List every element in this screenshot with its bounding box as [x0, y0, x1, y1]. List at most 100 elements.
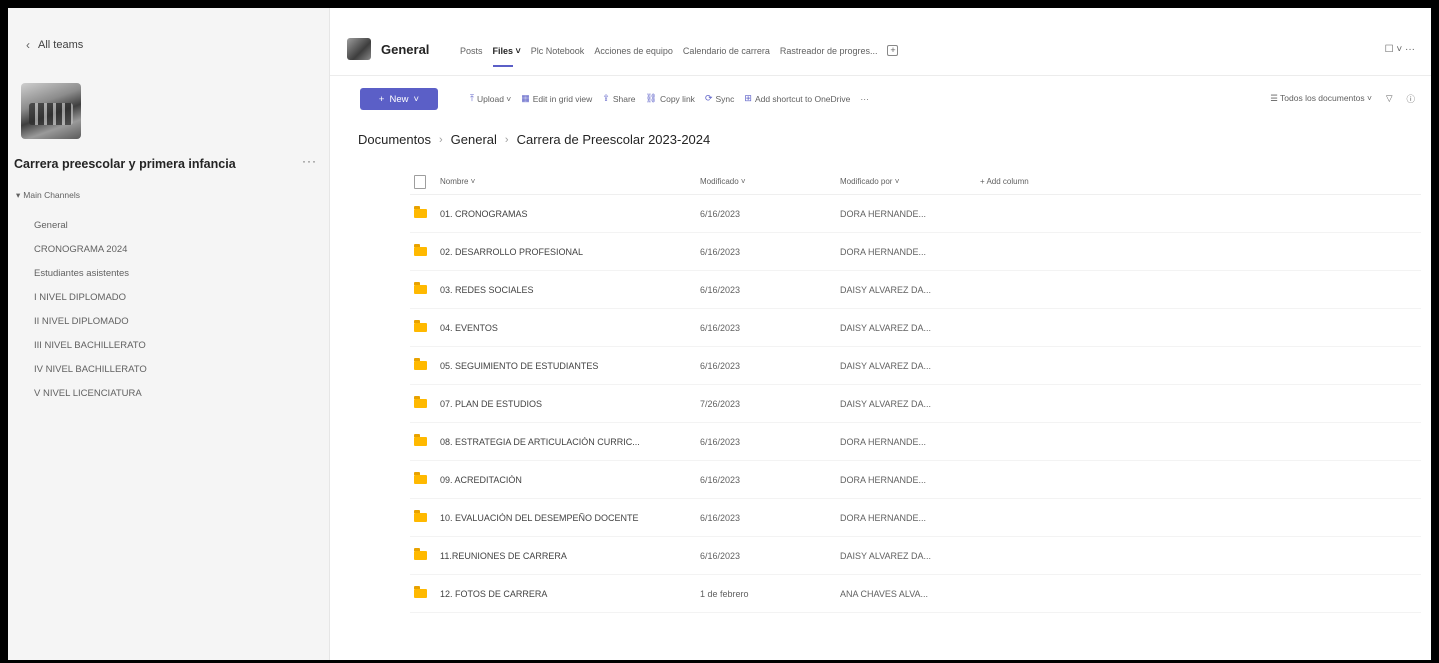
shortcut-icon: ⊞: [744, 93, 752, 103]
modified-by: DAISY ALVAREZ DA...: [840, 284, 932, 295]
modified-by: DAISY ALVAREZ DA...: [840, 322, 932, 333]
modified-date: 6/16/2023: [700, 322, 741, 333]
channel-item[interactable]: General: [34, 214, 147, 238]
table-row[interactable]: 08. ESTRATEGIA DE ARTICULACIÓN CURRIC...…: [410, 423, 1421, 461]
modified-date: 6/16/2023: [700, 284, 741, 295]
file-name[interactable]: 07. PLAN DE ESTUDIOS: [440, 399, 700, 409]
table-row[interactable]: 11.REUNIONES DE CARRERA 6/16/2023 DAISY AL…: [410, 537, 1421, 575]
modified-by: ANA CHAVES ALVA...: [840, 588, 929, 599]
modified-date: 6/16/2023: [700, 550, 741, 561]
breadcrumb-separator-icon: ›: [504, 133, 509, 146]
view-selector[interactable]: ☰ Todos los documentos ˅: [1270, 93, 1372, 105]
folder-icon-cell: [410, 244, 440, 256]
all-teams-label: All teams: [38, 39, 84, 51]
table-row[interactable]: 01. CRONOGRAMAS 6/16/2023 DORA HERNANDE...: [410, 195, 1421, 233]
breadcrumb: Documentos › General › Carrera de Preesc…: [358, 132, 710, 147]
modified-by: DORA HERNANDE...: [840, 436, 927, 447]
file-name[interactable]: 09. ACREDITACIÓN: [440, 475, 700, 485]
tab-posts[interactable]: Posts: [460, 46, 483, 56]
name-column-header[interactable]: Nombre ˅: [440, 177, 700, 186]
table-row[interactable]: 09. ACREDITACIÓN 6/16/2023 DORA HERNANDE..…: [410, 461, 1421, 499]
file-name[interactable]: 10. EVALUACIÓN DEL DESEMPEÑO DOCENTE: [440, 513, 700, 523]
main-channels-section[interactable]: ▾ Main Channels: [16, 190, 80, 201]
info-icon[interactable]: ⓘ: [1406, 93, 1415, 105]
table-row[interactable]: 10. EVALUACIÓN DEL DESEMPEÑO DOCENTE 6/16…: [410, 499, 1421, 537]
new-button-label: New: [389, 93, 409, 105]
tab-plc-notebook[interactable]: Plc Notebook: [531, 46, 585, 56]
modified-date: 7/26/2023: [700, 398, 741, 409]
upload-label: Upload ˅: [476, 93, 512, 104]
edit-grid-view-label: Edit in grid view: [532, 93, 593, 104]
header-actions[interactable]: ☐ ˅ ···: [1385, 44, 1415, 55]
folder-icon-cell: [410, 396, 440, 408]
upload-icon: ⤒: [470, 93, 474, 103]
upload-button[interactable]: ⤒ Upload ˅: [470, 93, 511, 104]
modified-date: 1 de febrero: [700, 588, 749, 599]
channel-tabs: Posts Files ˅ Plc Notebook Acciones de e…: [460, 45, 899, 67]
table-row[interactable]: 03. REDES SOCIALES 6/16/2023 DAISY ALVAREZ…: [410, 271, 1421, 309]
add-shortcut-onedrive-button[interactable]: ⊞ Add shortcut to OneDrive: [744, 93, 850, 104]
channel-item[interactable]: CRONOGRAMA 2024: [34, 238, 147, 262]
add-column-button[interactable]: + Add column: [980, 177, 1029, 186]
folder-icon: [414, 358, 427, 370]
modified-by: DORA HERNANDE...: [840, 474, 927, 485]
add-tab-icon[interactable]: +: [887, 45, 899, 56]
new-button[interactable]: + New ˅: [360, 88, 438, 110]
modified-by-column-header[interactable]: Modificado por ˅: [840, 177, 980, 186]
tab-acciones-de-equipo[interactable]: Acciones de equipo: [594, 46, 673, 56]
file-name[interactable]: 03. REDES SOCIALES: [440, 285, 700, 295]
file-name[interactable]: 08. ESTRATEGIA DE ARTICULACIÓN CURRIC...: [440, 437, 700, 447]
all-teams-link[interactable]: ‹ All teams: [26, 38, 83, 52]
tab-files[interactable]: Files ˅: [492, 46, 521, 67]
modified-column-header[interactable]: Modificado ˅: [700, 177, 840, 186]
table-row[interactable]: 05. SEGUIMIENTO DE ESTUDIANTES 6/16/2023 D…: [410, 347, 1421, 385]
file-name[interactable]: 11.REUNIONES DE CARRERA: [440, 551, 700, 561]
channel-item[interactable]: V NIVEL LICENCIATURA: [34, 382, 147, 406]
file-name[interactable]: 04. EVENTOS: [440, 323, 700, 333]
folder-icon: [414, 472, 427, 484]
caret-down-icon: ▾: [16, 190, 21, 200]
table-row[interactable]: 04. EVENTOS 6/16/2023 DAISY ALVAREZ DA...: [410, 309, 1421, 347]
channel-list: General CRONOGRAMA 2024 Estudiantes asis…: [34, 214, 147, 406]
file-name[interactable]: 12. FOTOS DE CARRERA: [440, 589, 700, 599]
channel-item[interactable]: II NIVEL DIPLOMADO: [34, 310, 147, 334]
grid-icon: ▦: [521, 93, 530, 103]
folder-icon: [414, 396, 427, 408]
folder-icon: [414, 586, 427, 598]
table-row[interactable]: 07. PLAN DE ESTUDIOS 7/26/2023 DAISY ALVAR…: [410, 385, 1421, 423]
file-name[interactable]: 05. SEGUIMIENTO DE ESTUDIANTES: [440, 361, 700, 371]
more-actions-button[interactable]: ···: [860, 93, 869, 104]
sync-button[interactable]: ⟳ Sync: [705, 93, 734, 104]
breadcrumb-item-current: Carrera de Preescolar 2023-2024: [516, 132, 711, 147]
breadcrumb-item[interactable]: Documentos: [358, 132, 431, 147]
channel-item[interactable]: III NIVEL BACHILLERATO: [34, 334, 147, 358]
channel-item[interactable]: IV NIVEL BACHILLERATO: [34, 358, 147, 382]
folder-icon: [414, 282, 427, 294]
folder-icon: [414, 510, 427, 522]
channel-item[interactable]: I NIVEL DIPLOMADO: [34, 286, 147, 310]
team-more-options-button[interactable]: ···: [302, 154, 317, 168]
tab-rastreador-de-progreso[interactable]: Rastreador de progres...: [780, 46, 878, 56]
add-shortcut-label: Add shortcut to OneDrive: [754, 93, 851, 104]
share-button[interactable]: ⇪ Share: [602, 93, 635, 104]
link-icon: ⛓: [645, 93, 657, 103]
filter-icon[interactable]: ▽: [1386, 93, 1393, 105]
modified-date: 6/16/2023: [700, 436, 741, 447]
modified-date: 6/16/2023: [700, 474, 741, 485]
main-channels-label: Main Channels: [23, 190, 80, 200]
breadcrumb-item[interactable]: General: [451, 132, 497, 147]
folder-icon-cell: [410, 320, 440, 332]
chevron-left-icon: ‹: [26, 38, 30, 52]
tab-calendario-de-carrera[interactable]: Calendario de carrera: [683, 46, 770, 56]
edit-grid-view-button[interactable]: ▦ Edit in grid view: [521, 93, 592, 104]
lines-icon: ☰: [1270, 93, 1281, 103]
copy-link-button[interactable]: ⛓ Copy link: [646, 93, 695, 104]
modified-date: 6/16/2023: [700, 512, 741, 523]
file-name[interactable]: 01. CRONOGRAMAS: [440, 209, 700, 219]
file-icon: [414, 174, 426, 189]
table-row[interactable]: 02. DESARROLLO PROFESIONAL 6/16/2023 DORA …: [410, 233, 1421, 271]
channel-item[interactable]: Estudiantes asistentes: [34, 262, 147, 286]
table-row[interactable]: 12. FOTOS DE CARRERA 1 de febrero ANA CHAV…: [410, 575, 1421, 613]
file-name[interactable]: 02. DESARROLLO PROFESIONAL: [440, 247, 700, 257]
file-type-header[interactable]: [410, 174, 440, 189]
